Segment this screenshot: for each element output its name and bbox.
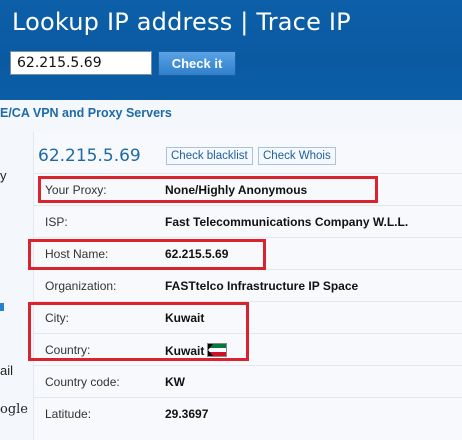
row-label: Host Name: — [45, 247, 109, 261]
check-whois-button[interactable]: Check Whois — [258, 147, 336, 165]
check-blacklist-button[interactable]: Check blacklist — [166, 147, 253, 165]
page-title: Lookup IP address | Trace IP — [12, 8, 351, 36]
header-bar: Lookup IP address | Trace IP Check it — [0, 0, 462, 100]
row-host-name: Host Name: 62.215.5.69 — [34, 237, 462, 270]
row-label: City: — [45, 311, 69, 325]
row-value-wrap: Kuwait — [165, 343, 228, 358]
sidebar-fragment-3[interactable]: ogle — [0, 402, 28, 417]
row-label: Your Proxy: — [45, 183, 107, 197]
row-value: None/Highly Anonymous — [165, 183, 308, 197]
row-organization: Organization: FASTtelco Infrastructure I… — [34, 269, 462, 302]
check-it-button[interactable]: Check it — [158, 51, 236, 76]
sidebar-fragment-2[interactable]: ail — [0, 363, 13, 378]
row-country-code: Country code: KW — [34, 365, 462, 398]
row-value: 29.3697 — [165, 407, 209, 421]
vpn-proxy-servers-link[interactable]: E/CA VPN and Proxy Servers — [0, 106, 172, 120]
row-value: 62.215.5.69 — [165, 247, 229, 261]
ip-address-input[interactable] — [10, 51, 152, 75]
row-latitude: Latitude: 29.3697 — [34, 397, 462, 430]
sidebar-marker — [0, 303, 4, 311]
row-value: KW — [165, 375, 185, 389]
row-label: Organization: — [45, 279, 117, 293]
sidebar-fragment-1: y — [0, 168, 7, 183]
row-isp: ISP: Fast Telecommunications Company W.L… — [34, 205, 462, 238]
result-ip-address: 62.215.5.69 — [38, 146, 141, 166]
row-city: City: Kuwait — [34, 301, 462, 334]
row-value: Kuwait — [165, 344, 205, 358]
row-value: FASTtelco Infrastructure IP Space — [165, 279, 359, 293]
row-label: Latitude: — [45, 407, 92, 421]
row-label: Country: — [45, 343, 91, 357]
row-value: Kuwait — [165, 311, 205, 325]
row-label: Country code: — [45, 375, 120, 389]
kuwait-flag-icon — [207, 343, 228, 357]
row-label: ISP: — [45, 215, 68, 229]
row-your-proxy: Your Proxy: None/Highly Anonymous — [34, 173, 462, 206]
row-value: Fast Telecommunications Company W.L.L. — [165, 215, 409, 229]
row-country: Country: Kuwait — [34, 333, 462, 366]
